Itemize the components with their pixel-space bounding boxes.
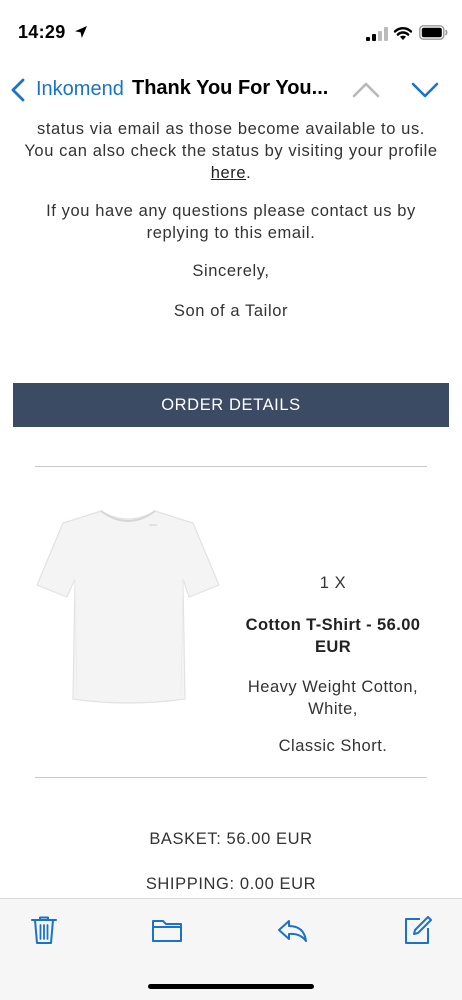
order-details-header: ORDER DETAILS bbox=[13, 383, 449, 427]
status-paragraph-end: . bbox=[246, 164, 252, 182]
profile-link[interactable]: here bbox=[211, 164, 246, 182]
reply-icon[interactable] bbox=[275, 913, 309, 947]
basket-total: BASKET: 56.00 EUR bbox=[149, 830, 313, 848]
next-message-icon[interactable] bbox=[410, 80, 440, 100]
signoff-text: Sincerely, bbox=[192, 262, 270, 280]
mail-nav-bar: Inkomend Thank You For You... bbox=[0, 66, 462, 112]
trash-icon[interactable] bbox=[27, 913, 61, 947]
home-indicator[interactable] bbox=[148, 984, 314, 989]
shipping-cost: SHIPPING: 0.00 EUR bbox=[145, 875, 317, 893]
status-paragraph-text: status via email as those become availab… bbox=[24, 120, 438, 160]
back-chevron-icon[interactable] bbox=[10, 78, 26, 102]
battery-icon bbox=[419, 25, 448, 40]
contact-paragraph: If you have any questions please contact… bbox=[46, 202, 416, 242]
location-arrow-icon bbox=[75, 26, 87, 38]
signature-text: Son of a Tailor bbox=[173, 302, 289, 320]
status-bar: 14:29 bbox=[0, 0, 462, 66]
status-paragraph: status via email as those become availab… bbox=[20, 118, 442, 184]
compose-icon[interactable] bbox=[400, 913, 434, 947]
divider bbox=[35, 466, 427, 467]
wifi-icon bbox=[393, 27, 413, 40]
tshirt-product-image bbox=[33, 497, 223, 707]
product-description: Heavy Weight Cotton, White, bbox=[247, 678, 419, 718]
divider bbox=[35, 777, 427, 778]
product-style: Classic Short. bbox=[278, 737, 388, 755]
back-button-label[interactable]: Inkomend bbox=[36, 78, 124, 101]
product-quantity: 1 X bbox=[319, 574, 347, 592]
previous-message-icon[interactable] bbox=[351, 80, 381, 100]
cellular-signal-icon bbox=[366, 27, 388, 41]
message-subject-title: Thank You For You... bbox=[132, 77, 329, 99]
product-name-price: Cotton T-Shirt - 56.00 EUR bbox=[245, 616, 421, 656]
folder-icon[interactable] bbox=[150, 913, 184, 947]
email-body: status via email as those become availab… bbox=[0, 112, 462, 898]
status-time: 14:29 bbox=[18, 22, 66, 42]
